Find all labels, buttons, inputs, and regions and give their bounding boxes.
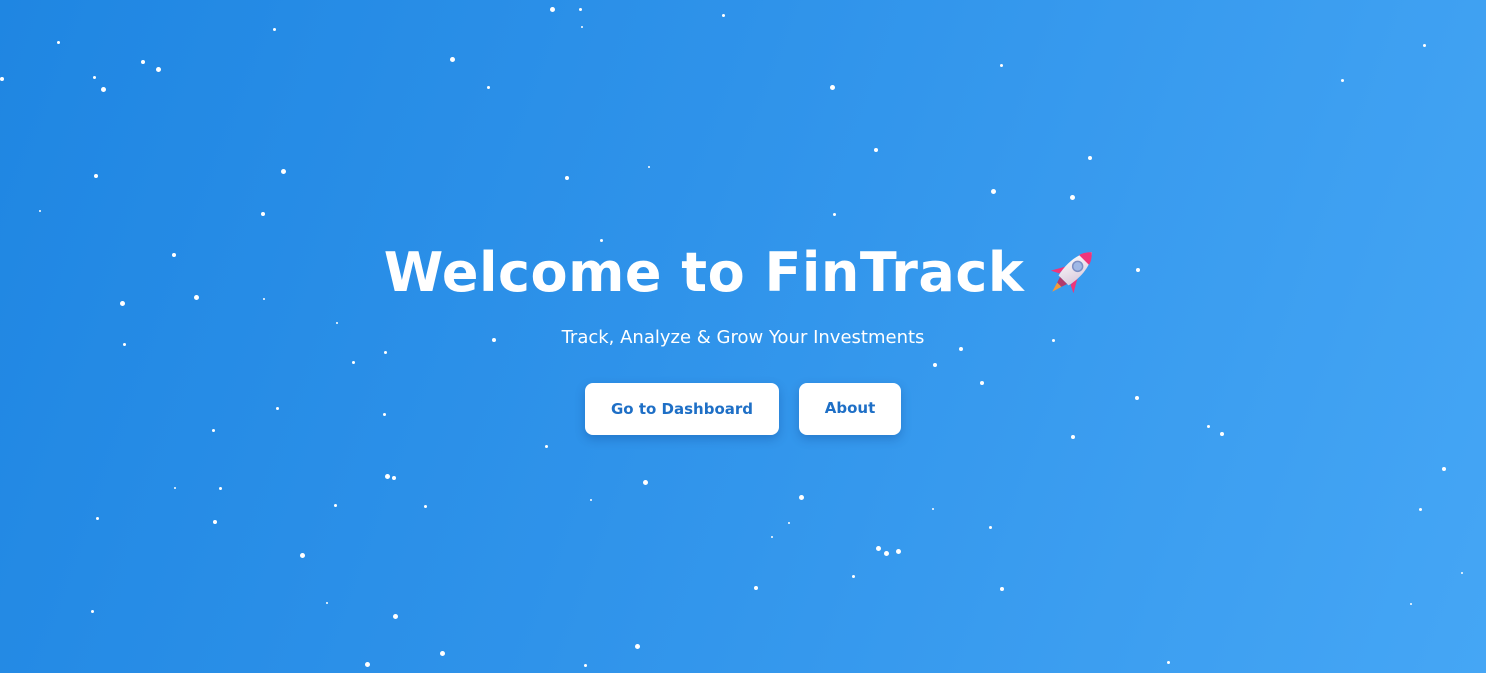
star-dot — [874, 148, 878, 152]
star-dot — [721, 13, 725, 17]
star-dot — [174, 487, 176, 489]
star-dot — [218, 486, 222, 490]
star-dot — [486, 85, 490, 89]
star-dot — [1410, 603, 1412, 605]
star-dot — [1340, 78, 1344, 82]
star-dot — [326, 602, 328, 604]
star-dot — [988, 525, 992, 529]
star-dot — [1069, 194, 1075, 200]
star-dot — [1422, 43, 1426, 47]
star-dot — [875, 545, 881, 551]
hero-actions: Go to Dashboard About — [0, 383, 1486, 435]
star-dot — [1071, 435, 1075, 439]
star-dot — [392, 613, 398, 619]
hero-title-row: Welcome to FinTrack — [0, 236, 1486, 308]
star-dot — [280, 168, 286, 174]
star-dot — [213, 520, 217, 524]
go-to-dashboard-button[interactable]: Go to Dashboard — [585, 383, 779, 435]
star-dot — [565, 176, 569, 180]
about-button[interactable]: About — [799, 383, 901, 435]
star-dot — [384, 473, 390, 479]
rocket-icon — [1042, 242, 1102, 302]
star-dot — [95, 516, 99, 520]
star-dot — [92, 75, 96, 79]
star-dot — [829, 84, 835, 90]
star-dot — [392, 476, 396, 480]
star-dot — [1418, 507, 1422, 511]
star-dot — [56, 40, 60, 44]
star-dot — [1442, 467, 1446, 471]
star-dot — [141, 60, 145, 64]
star-dot — [299, 552, 305, 558]
star-dot — [261, 212, 265, 216]
star-dot — [578, 7, 582, 11]
star-dot — [423, 504, 427, 508]
star-dot — [333, 503, 337, 507]
star-dot — [990, 188, 996, 194]
star-dot — [642, 479, 648, 485]
star-dot — [155, 66, 161, 72]
hero-section: Welcome to FinTrack Track, Analyze & Gro… — [0, 236, 1486, 435]
star-dot — [648, 166, 650, 168]
star-dot — [272, 27, 276, 31]
star-dot — [583, 663, 587, 667]
star-dot — [39, 210, 41, 212]
star-dot — [1166, 660, 1170, 664]
star-dot — [832, 212, 836, 216]
star-dot — [932, 508, 934, 510]
star-dot — [1461, 572, 1463, 574]
star-dot — [1000, 587, 1004, 591]
star-dot — [883, 550, 889, 556]
star-dot — [364, 661, 370, 667]
star-dot — [1088, 156, 1092, 160]
star-dot — [544, 444, 548, 448]
hero-subtitle: Track, Analyze & Grow Your Investments — [561, 327, 925, 348]
star-dot — [0, 77, 4, 81]
star-dot — [590, 499, 592, 501]
star-dot — [549, 6, 555, 12]
star-dot — [94, 174, 98, 178]
star-dot — [90, 609, 94, 613]
star-dot — [798, 494, 804, 500]
star-dot — [788, 522, 790, 524]
star-dot — [449, 56, 455, 62]
star-dot — [999, 63, 1003, 67]
star-dot — [634, 643, 640, 649]
star-dot — [851, 574, 855, 578]
star-dot — [771, 536, 773, 538]
star-dot — [439, 650, 445, 656]
star-dot — [895, 548, 901, 554]
page-title: Welcome to FinTrack — [383, 240, 1025, 304]
star-dot — [100, 86, 106, 92]
star-dot — [754, 586, 758, 590]
star-dot — [581, 26, 583, 28]
